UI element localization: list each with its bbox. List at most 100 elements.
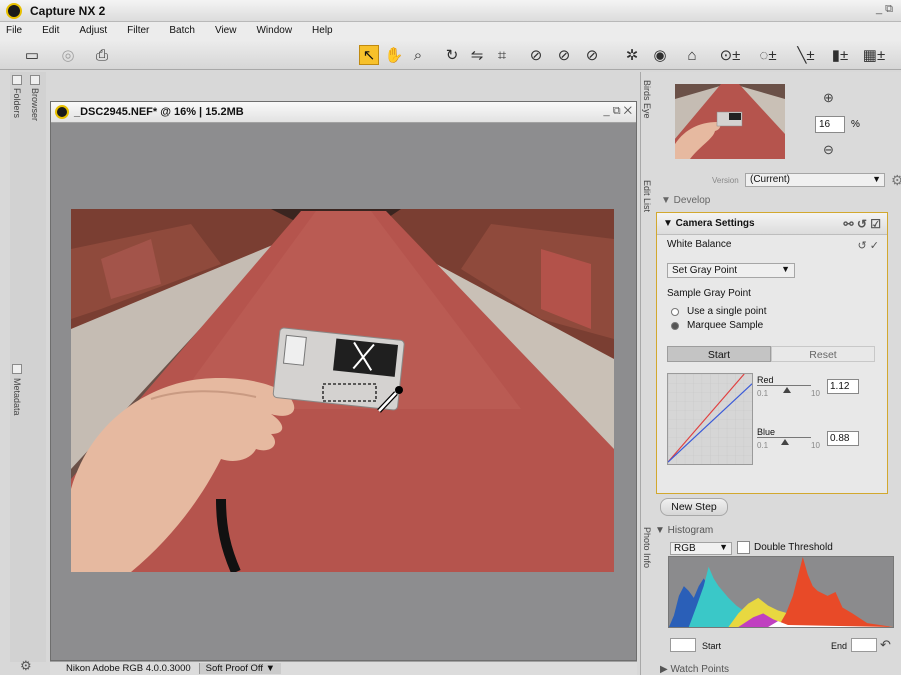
camera-icon[interactable]: ◎ <box>58 45 78 65</box>
develop-section-header[interactable]: ▼ Develop <box>655 193 888 210</box>
fill-icon[interactable]: ▮± <box>830 45 850 65</box>
browser-tab[interactable]: Browser <box>30 88 40 121</box>
menu-edit[interactable]: Edit <box>42 25 59 36</box>
folders-tab[interactable]: Folders <box>12 88 22 118</box>
birds-eye-pane: ⊕ 16 % ⊖ <box>655 78 901 163</box>
menu-adjust[interactable]: Adjust <box>79 25 107 36</box>
lasso-icon[interactable]: ◌± <box>758 45 778 65</box>
histogram-section-header[interactable]: ▼ Histogram <box>655 525 895 539</box>
marquee-sample-radio-row[interactable]: Marquee Sample <box>671 320 763 331</box>
document-window-controls[interactable]: _ ⧉ ✕ <box>604 105 632 118</box>
histogram-channel-select[interactable]: RGB ▼ <box>670 542 732 555</box>
white-balance-row: White Balance ↺ ✓ <box>667 239 881 257</box>
view-mode-icon[interactable]: ▭ <box>22 45 42 65</box>
white-balance-reset-icon[interactable]: ↺ ✓ <box>858 239 880 252</box>
selection-brush-icon[interactable]: ⊙± <box>720 45 741 65</box>
app-titlebar: Capture NX 2 _ ⧉ <box>0 0 901 22</box>
histogram-start-input[interactable] <box>670 638 696 652</box>
black-point-icon[interactable]: ⊘ <box>526 45 546 65</box>
red-eye-icon[interactable]: ◉ <box>650 45 670 65</box>
settings-gear-icon[interactable]: ⚙ <box>20 658 36 674</box>
edit-list-gear-icon[interactable]: ⚙ <box>891 172 901 189</box>
mask-icon[interactable]: ▦± <box>863 45 885 65</box>
single-point-label: Use a single point <box>687 306 767 317</box>
single-point-radio[interactable] <box>671 307 679 316</box>
document-titlebar[interactable]: _DSC2945.NEF* @ 16% | 15.2MB _ ⧉ ✕ <box>51 102 636 123</box>
window-controls[interactable]: _ ⧉ <box>876 3 893 16</box>
photo-info-tab[interactable]: Photo Info <box>642 527 652 568</box>
edit-list-tab[interactable]: Edit List <box>642 180 652 212</box>
color-profile-label: Nikon Adobe RGB 4.0.0.3000 <box>50 663 200 674</box>
red-slider-thumb[interactable] <box>783 387 791 393</box>
camera-settings-panel: ▼ Camera Settings ⚯ ↺ ☑ White Balance ↺ … <box>656 212 888 494</box>
menu-file[interactable]: File <box>6 25 22 36</box>
histogram-start-label: Start <box>702 641 722 651</box>
red-label: Red <box>757 375 774 385</box>
birds-eye-tab[interactable]: Birds Eye <box>642 80 652 119</box>
version-select[interactable]: (Current) ▼ <box>745 173 885 187</box>
blue-label: Blue <box>757 427 776 437</box>
folders-expand-icon[interactable] <box>12 75 22 85</box>
photo-canvas[interactable] <box>71 209 614 572</box>
version-label: Version <box>712 176 739 185</box>
white-balance-label: White Balance <box>667 239 732 250</box>
menu-view[interactable]: View <box>215 25 237 36</box>
double-threshold-label: Double Threshold <box>754 542 833 553</box>
white-balance-curve <box>667 373 753 465</box>
menu-bar: File Edit Adjust Filter Batch View Windo… <box>0 22 901 39</box>
watch-points-section-header[interactable]: ▶ Watch Points <box>660 664 729 675</box>
chevron-down-icon: ▼ <box>872 174 881 184</box>
camera-settings-header[interactable]: ▼ Camera Settings ⚯ ↺ ☑ <box>657 213 887 235</box>
double-threshold-checkbox[interactable] <box>737 541 750 554</box>
blue-slider-track[interactable] <box>757 437 811 438</box>
menu-batch[interactable]: Batch <box>169 25 195 36</box>
new-step-button[interactable]: New Step <box>660 498 728 516</box>
marquee-sample-radio[interactable] <box>671 321 679 330</box>
histogram-end-input[interactable] <box>851 638 877 652</box>
birds-eye-thumbnail[interactable] <box>675 84 785 159</box>
hand-icon[interactable]: ✋ <box>384 45 404 65</box>
menu-window[interactable]: Window <box>256 25 292 36</box>
soft-proof-dropdown[interactable]: Soft Proof Off ▼ <box>199 663 282 674</box>
blue-slider-thumb[interactable] <box>781 439 789 445</box>
single-point-radio-row[interactable]: Use a single point <box>671 306 767 317</box>
red-value-input[interactable]: 1.12 <box>827 379 859 394</box>
menu-help[interactable]: Help <box>312 25 333 36</box>
start-button[interactable]: Start <box>667 346 771 362</box>
gradient-icon[interactable]: ╲± <box>796 45 816 65</box>
zoom-out-icon[interactable]: ⊖ <box>823 142 839 158</box>
zoom-icon[interactable]: ⌕ <box>408 45 428 65</box>
histogram-channel-value: RGB <box>674 543 696 554</box>
undo-icon[interactable]: ↶ <box>880 637 891 653</box>
histogram-end-label: End <box>831 641 848 651</box>
blue-min-label: 0.1 <box>757 441 769 450</box>
neutral-point-icon[interactable]: ⊘ <box>554 45 574 65</box>
document-icon <box>55 105 69 119</box>
zoom-in-icon[interactable]: ⊕ <box>823 90 839 106</box>
gray-point-select[interactable]: Set Gray Point ▼ <box>667 263 795 278</box>
zoom-level-input[interactable]: 16 <box>815 116 845 133</box>
camera-settings-controls[interactable]: ⚯ ↺ ☑ <box>843 217 881 231</box>
auto-retouch-icon[interactable]: ⌂ <box>682 45 702 65</box>
crop-icon[interactable]: ⌗ <box>492 45 512 65</box>
zoom-percent-label: % <box>851 119 860 130</box>
toolbar: ▭ ◎ ⎙ ↖ ✋ ⌕ ↻ ⇋ ⌗ ⊘ ⊘ ⊘ ✲ ◉ ⌂ ⊙± ◌± ╲± ▮… <box>0 39 901 70</box>
red-slider-track[interactable] <box>757 385 811 386</box>
metadata-tab[interactable]: Metadata <box>12 378 22 416</box>
white-point-icon[interactable]: ⊘ <box>582 45 602 65</box>
metadata-expand-icon[interactable] <box>12 364 22 374</box>
capture-nx-logo-icon <box>6 2 22 19</box>
rotate-icon[interactable]: ↻ <box>442 45 462 65</box>
red-min-label: 0.1 <box>757 389 769 398</box>
straighten-icon[interactable]: ⇋ <box>467 45 487 65</box>
browser-expand-icon[interactable] <box>30 75 40 85</box>
blue-value-input[interactable]: 0.88 <box>827 431 859 446</box>
reset-button[interactable]: Reset <box>771 346 875 362</box>
menu-filter[interactable]: Filter <box>127 25 149 36</box>
histogram-graph[interactable] <box>668 556 894 628</box>
red-max-label: 10 <box>811 389 820 398</box>
gray-point-value: Set Gray Point <box>672 265 738 276</box>
select-arrow-icon[interactable]: ↖ <box>359 45 379 65</box>
color-control-point-icon[interactable]: ✲ <box>622 45 642 65</box>
print-icon[interactable]: ⎙ <box>92 45 112 65</box>
